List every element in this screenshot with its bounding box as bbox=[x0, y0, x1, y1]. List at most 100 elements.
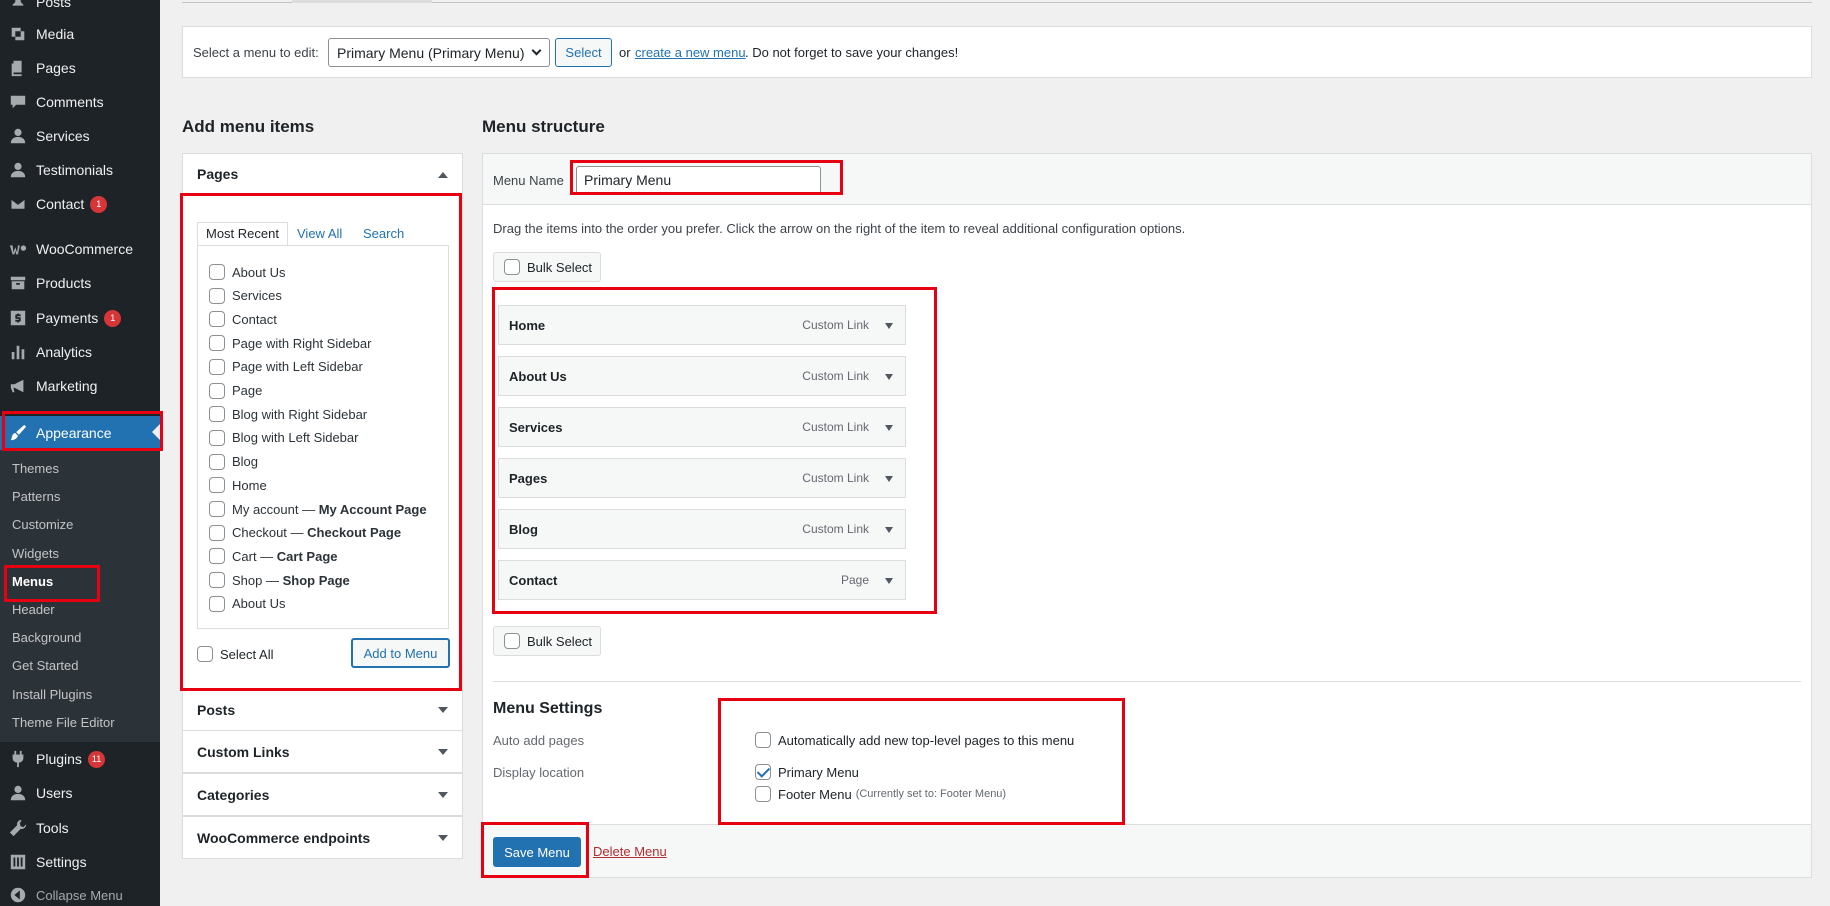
menu-select[interactable]: Primary Menu (Primary Menu) bbox=[328, 38, 550, 67]
page-option[interactable]: About Us bbox=[209, 264, 285, 280]
page-checkbox[interactable] bbox=[209, 429, 225, 446]
page-option[interactable]: Services bbox=[209, 287, 282, 304]
expand-arrow-icon[interactable] bbox=[885, 374, 893, 380]
expand-arrow-icon[interactable] bbox=[885, 323, 893, 329]
sidebar-item-products[interactable]: Products bbox=[0, 268, 160, 298]
page-checkbox[interactable] bbox=[209, 524, 225, 541]
page-checkbox[interactable] bbox=[209, 335, 225, 352]
bulk-select-top[interactable]: Bulk Select bbox=[493, 252, 601, 282]
page-option[interactable]: Checkout — Checkout Page bbox=[209, 524, 401, 541]
custom-links-accordion-header[interactable]: Custom Links bbox=[182, 730, 463, 773]
pages-accordion-header[interactable]: Pages bbox=[182, 153, 463, 195]
submenu-themes[interactable]: Themes bbox=[12, 461, 59, 476]
page-option[interactable]: Shop — Shop Page bbox=[209, 572, 350, 589]
woocommerce-endpoints-accordion-header[interactable]: WooCommerce endpoints bbox=[182, 816, 463, 859]
page-option[interactable]: Contact bbox=[209, 311, 277, 328]
menu-item-services[interactable]: Services Custom Link bbox=[498, 407, 906, 447]
sidebar-item-users[interactable]: Users bbox=[0, 778, 160, 808]
select-all[interactable]: Select All bbox=[197, 646, 273, 662]
footer-menu-checkbox[interactable] bbox=[755, 786, 771, 802]
bulk-select-checkbox[interactable] bbox=[504, 633, 520, 649]
submenu-patterns[interactable]: Patterns bbox=[12, 489, 60, 504]
page-option[interactable]: Page with Right Sidebar bbox=[209, 335, 371, 352]
submenu-menus[interactable]: Menus bbox=[12, 574, 53, 589]
page-checkbox[interactable] bbox=[209, 572, 225, 589]
sidebar-item-appearance[interactable]: Appearance bbox=[0, 416, 160, 450]
auto-add-checkbox[interactable] bbox=[755, 732, 771, 748]
sidebar-item-comments[interactable]: Comments bbox=[0, 87, 160, 117]
auto-add-option[interactable]: Automatically add new top-level pages to… bbox=[755, 732, 1074, 748]
page-checkbox[interactable] bbox=[209, 595, 225, 612]
page-option[interactable]: Home bbox=[209, 477, 267, 494]
page-checkbox[interactable] bbox=[209, 382, 225, 399]
sidebar-item-media[interactable]: Media bbox=[0, 19, 160, 49]
location-primary-option[interactable]: Primary Menu bbox=[755, 764, 859, 780]
create-new-menu-link[interactable]: create a new menu bbox=[635, 45, 746, 60]
sidebar-item-services[interactable]: Services bbox=[0, 121, 160, 151]
tab-manage-locations[interactable] bbox=[292, 0, 432, 3]
bulk-select-bottom[interactable]: Bulk Select bbox=[493, 626, 601, 656]
expand-arrow-icon[interactable] bbox=[885, 578, 893, 584]
submenu-get-started[interactable]: Get Started bbox=[12, 658, 78, 673]
sidebar-item-plugins[interactable]: Plugins 11 bbox=[0, 744, 160, 774]
sidebar-item-posts[interactable]: Posts bbox=[0, 0, 160, 17]
primary-menu-checkbox[interactable] bbox=[755, 764, 771, 780]
expand-arrow-icon[interactable] bbox=[885, 527, 893, 533]
submenu-install-plugins[interactable]: Install Plugins bbox=[12, 687, 92, 702]
page-checkbox[interactable] bbox=[209, 477, 225, 494]
expand-arrow-icon[interactable] bbox=[885, 476, 893, 482]
expand-arrow-icon[interactable] bbox=[885, 425, 893, 431]
sidebar-item-tools[interactable]: Tools bbox=[0, 813, 160, 843]
sidebar-item-pages[interactable]: Pages bbox=[0, 53, 160, 83]
page-checkbox[interactable] bbox=[209, 548, 225, 565]
submenu-background[interactable]: Background bbox=[12, 630, 81, 645]
sidebar-item-analytics[interactable]: Analytics bbox=[0, 337, 160, 367]
sidebar-item-marketing[interactable]: Marketing bbox=[0, 371, 160, 401]
sidebar-item-label: WooCommerce bbox=[36, 241, 133, 257]
tab-view-all[interactable]: View All bbox=[297, 226, 342, 241]
bulk-select-checkbox[interactable] bbox=[504, 259, 520, 275]
categories-accordion-header[interactable]: Categories bbox=[182, 773, 463, 816]
page-checkbox[interactable] bbox=[209, 264, 225, 280]
submenu-widgets[interactable]: Widgets bbox=[12, 546, 59, 561]
page-option[interactable]: Blog with Left Sidebar bbox=[209, 429, 358, 446]
delete-menu-link[interactable]: Delete Menu bbox=[593, 844, 667, 859]
page-checkbox[interactable] bbox=[209, 453, 225, 470]
page-checkbox[interactable] bbox=[209, 358, 225, 375]
page-option[interactable]: About Us bbox=[209, 595, 285, 612]
menu-name-input[interactable]: Primary Menu bbox=[576, 166, 821, 194]
sidebar-item-collapse-menu[interactable]: Collapse Menu bbox=[0, 880, 160, 906]
sidebar-item-woocommerce[interactable]: WooCommerce bbox=[0, 234, 160, 264]
sidebar-item-contact[interactable]: Contact 1 bbox=[0, 189, 160, 219]
sidebar-item-payments[interactable]: Payments 1 bbox=[0, 303, 160, 333]
select-all-checkbox[interactable] bbox=[197, 646, 213, 662]
page-checkbox[interactable] bbox=[209, 501, 225, 517]
menu-item-about-us[interactable]: About Us Custom Link bbox=[498, 356, 906, 396]
submenu-theme-file-editor[interactable]: Theme File Editor bbox=[12, 715, 115, 730]
page-checkbox[interactable] bbox=[209, 406, 225, 423]
page-option[interactable]: Page bbox=[209, 382, 262, 399]
location-footer-option[interactable]: Footer Menu (Currently set to: Footer Me… bbox=[755, 786, 1006, 802]
page-checkbox[interactable] bbox=[209, 287, 225, 304]
page-option[interactable]: Blog bbox=[209, 453, 258, 470]
menu-item-home[interactable]: Home Custom Link bbox=[498, 305, 906, 345]
save-menu-button[interactable]: Save Menu bbox=[493, 837, 581, 867]
sidebar-item-testimonials[interactable]: Testimonials bbox=[0, 155, 160, 185]
page-option[interactable]: Page with Left Sidebar bbox=[209, 358, 363, 375]
tab-most-recent[interactable]: Most Recent bbox=[197, 222, 288, 246]
menu-item-contact[interactable]: Contact Page bbox=[498, 560, 906, 600]
page-option[interactable]: My account — My Account Page bbox=[209, 501, 427, 517]
submenu-customize[interactable]: Customize bbox=[12, 517, 73, 532]
menu-item-blog[interactable]: Blog Custom Link bbox=[498, 509, 906, 549]
page-option[interactable]: Blog with Right Sidebar bbox=[209, 406, 367, 423]
page-checkbox[interactable] bbox=[209, 311, 225, 328]
menu-item-type: Custom Link bbox=[802, 522, 869, 536]
posts-accordion-header[interactable]: Posts bbox=[182, 688, 463, 731]
menu-item-pages[interactable]: Pages Custom Link bbox=[498, 458, 906, 498]
sidebar-item-settings[interactable]: Settings bbox=[0, 847, 160, 877]
submenu-header[interactable]: Header bbox=[12, 602, 55, 617]
page-option[interactable]: Cart — Cart Page bbox=[209, 548, 338, 565]
select-button[interactable]: Select bbox=[555, 38, 612, 67]
tab-search[interactable]: Search bbox=[363, 226, 404, 241]
add-to-menu-button[interactable]: Add to Menu bbox=[351, 638, 450, 668]
